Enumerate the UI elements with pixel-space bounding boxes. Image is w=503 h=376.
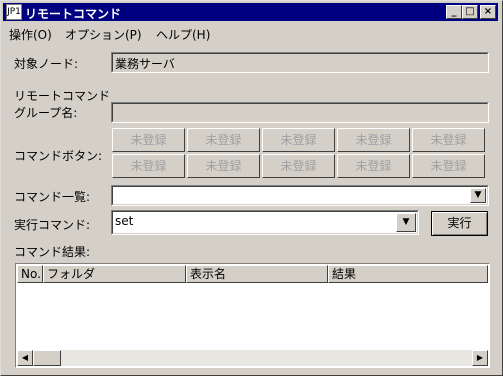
command-button-5[interactable]: 未登録 bbox=[412, 128, 485, 152]
maximize-button[interactable]: □ bbox=[462, 5, 478, 19]
chevron-down-icon[interactable]: ▼ bbox=[396, 213, 416, 232]
app-icon: JP1 bbox=[6, 4, 22, 20]
command-button-3[interactable]: 未登録 bbox=[262, 128, 335, 152]
command-button-9[interactable]: 未登録 bbox=[337, 154, 410, 178]
close-button[interactable]: × bbox=[480, 5, 496, 19]
remote-command-window: JP1 リモートコマンド _ □ × 操作(O) オプション(P) ヘルプ(H)… bbox=[0, 0, 503, 376]
exec-command-label: 実行コマンド: bbox=[14, 218, 91, 232]
command-button-7[interactable]: 未登録 bbox=[187, 154, 260, 178]
command-list-value bbox=[112, 186, 488, 205]
target-node-label: 対象ノード: bbox=[14, 57, 79, 71]
command-list-label: コマンド一覧: bbox=[14, 190, 91, 204]
command-list-select[interactable]: ▼ bbox=[111, 185, 489, 206]
scroll-left-icon[interactable]: ◀ bbox=[17, 350, 33, 366]
chevron-down-icon[interactable]: ▼ bbox=[470, 188, 486, 203]
execute-button[interactable]: 実行 bbox=[431, 211, 488, 236]
minimize-button[interactable]: _ bbox=[446, 5, 462, 19]
target-node-value: 業務サーバ bbox=[112, 53, 488, 72]
menu-bar: 操作(O) オプション(P) ヘルプ(H) bbox=[3, 23, 498, 43]
remote-group-label-line1: リモートコマンド bbox=[14, 89, 111, 103]
command-button-10[interactable]: 未登録 bbox=[412, 154, 485, 178]
menu-operation[interactable]: 操作(O) bbox=[9, 26, 52, 43]
remote-group-value bbox=[112, 103, 488, 122]
window-title: リモートコマンド bbox=[25, 7, 122, 21]
horizontal-scrollbar[interactable]: ◀ ▶ bbox=[17, 350, 488, 366]
exec-command-value[interactable]: set bbox=[112, 211, 418, 234]
command-button-6[interactable]: 未登録 bbox=[112, 154, 185, 178]
command-button-2[interactable]: 未登録 bbox=[187, 128, 260, 152]
title-bar[interactable]: JP1 リモートコマンド _ □ × bbox=[3, 3, 498, 21]
command-button-1[interactable]: 未登録 bbox=[112, 128, 185, 152]
column-header-folder[interactable]: フォルダ bbox=[43, 265, 186, 283]
menu-options[interactable]: オプション(P) bbox=[65, 26, 142, 43]
results-label: コマンド結果: bbox=[14, 245, 91, 259]
results-table[interactable]: No. フォルダ 表示名 結果 ◀ ▶ bbox=[15, 263, 490, 368]
remote-group-field bbox=[111, 102, 489, 123]
command-buttons-label: コマンドボタン: bbox=[14, 149, 103, 163]
column-header-no[interactable]: No. bbox=[17, 265, 43, 283]
column-header-display-name[interactable]: 表示名 bbox=[186, 265, 328, 283]
remote-group-label-line2: グループ名: bbox=[14, 106, 78, 120]
exec-command-input[interactable]: set ▼ bbox=[111, 210, 419, 235]
scrollbar-thumb[interactable] bbox=[33, 350, 61, 366]
command-button-8[interactable]: 未登録 bbox=[262, 154, 335, 178]
command-button-4[interactable]: 未登録 bbox=[337, 128, 410, 152]
target-node-field: 業務サーバ bbox=[111, 52, 489, 73]
menu-help[interactable]: ヘルプ(H) bbox=[156, 26, 210, 43]
column-header-result[interactable]: 結果 bbox=[328, 265, 488, 283]
scroll-right-icon[interactable]: ▶ bbox=[472, 350, 488, 366]
